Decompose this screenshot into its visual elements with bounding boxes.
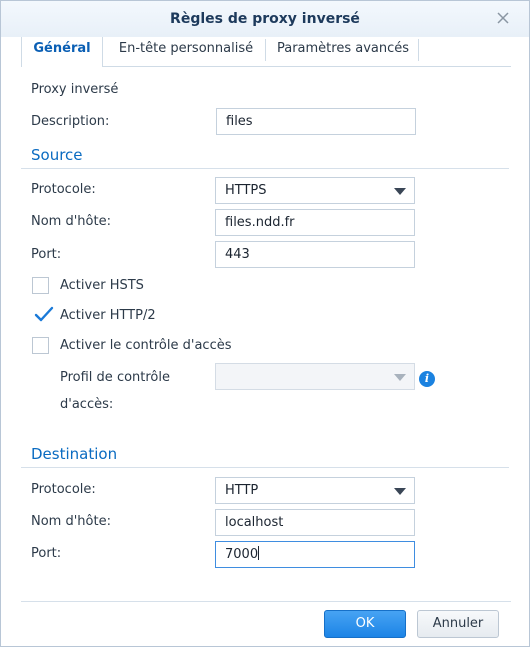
description-input[interactable]: files bbox=[216, 108, 416, 135]
access-profile-select bbox=[215, 363, 415, 390]
access-profile-label-line2: d'accès: bbox=[60, 397, 114, 412]
close-icon[interactable] bbox=[495, 10, 511, 26]
dialog-title: Règles de proxy inversé bbox=[170, 11, 360, 27]
cancel-button[interactable]: Annuler bbox=[417, 610, 499, 638]
hsts-checkbox[interactable] bbox=[32, 277, 49, 294]
http2-label: Activer HTTP/2 bbox=[60, 308, 156, 323]
source-port-label: Port: bbox=[31, 247, 62, 262]
text-cursor bbox=[258, 546, 260, 560]
source-port-input[interactable]: 443 bbox=[215, 241, 415, 268]
destination-port-value: 7000 bbox=[225, 547, 259, 562]
access-profile-label-line1: Profil de contrôle bbox=[60, 370, 170, 385]
chevron-down-icon bbox=[394, 188, 406, 195]
source-protocol-label: Protocole: bbox=[31, 182, 96, 197]
reverse-proxy-label: Proxy inversé bbox=[31, 82, 119, 97]
source-hostname-label: Nom d'hôte: bbox=[31, 214, 111, 229]
chevron-down-icon bbox=[394, 374, 406, 381]
http2-checkbox[interactable] bbox=[32, 306, 54, 324]
source-protocol-select[interactable]: HTTPS bbox=[215, 177, 415, 204]
destination-protocol-select[interactable]: HTTP bbox=[215, 477, 415, 504]
ok-button[interactable]: OK bbox=[324, 610, 406, 638]
source-divider bbox=[21, 168, 509, 169]
source-hostname-input[interactable]: files.ndd.fr bbox=[215, 209, 415, 236]
destination-divider bbox=[21, 467, 509, 468]
destination-hostname-label: Nom d'hôte: bbox=[31, 514, 111, 529]
destination-port-label: Port: bbox=[31, 546, 62, 561]
tab-custom-header[interactable]: En-tête personnalisé bbox=[113, 37, 259, 67]
destination-hostname-input[interactable]: localhost bbox=[215, 509, 415, 536]
info-icon[interactable]: i bbox=[419, 371, 435, 387]
access-control-checkbox[interactable] bbox=[32, 337, 49, 354]
tab-bar: Général En-tête personnalisé Paramètres … bbox=[21, 37, 511, 67]
tab-general[interactable]: Général bbox=[21, 37, 103, 67]
footer-divider bbox=[21, 601, 511, 602]
description-label: Description: bbox=[31, 114, 110, 129]
source-heading: Source bbox=[31, 146, 83, 164]
source-protocol-value: HTTPS bbox=[225, 183, 267, 198]
checkmark-icon bbox=[34, 306, 54, 322]
reverse-proxy-dialog: Règles de proxy inversé Général En-tête … bbox=[0, 0, 530, 647]
chevron-down-icon bbox=[394, 488, 406, 495]
destination-port-input[interactable]: 7000 bbox=[215, 541, 415, 568]
destination-heading: Destination bbox=[31, 445, 118, 463]
tab-separator bbox=[418, 39, 419, 61]
access-control-label: Activer le contrôle d'accès bbox=[60, 338, 232, 353]
dialog-titlebar: Règles de proxy inversé bbox=[1, 1, 529, 37]
destination-protocol-value: HTTP bbox=[225, 483, 259, 498]
tab-separator bbox=[265, 39, 266, 61]
hsts-label: Activer HSTS bbox=[60, 278, 144, 293]
destination-protocol-label: Protocole: bbox=[31, 482, 96, 497]
tab-advanced-settings[interactable]: Paramètres avancés bbox=[273, 37, 413, 67]
